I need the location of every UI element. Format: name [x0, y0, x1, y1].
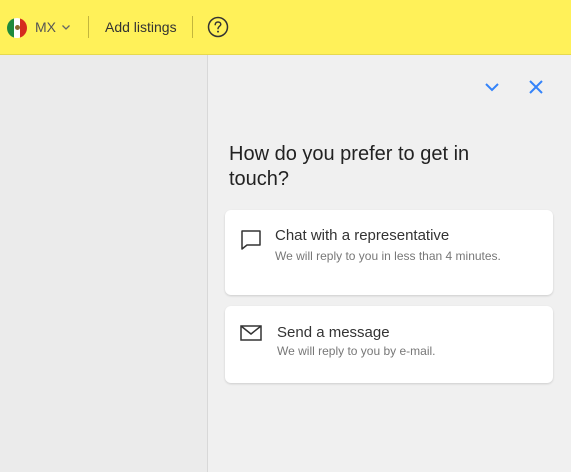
mexico-flag-icon[interactable] — [7, 18, 27, 38]
message-option-card[interactable]: Send a message We will reply to you by e… — [225, 306, 553, 383]
panel-title: How do you prefer to get in touch? — [229, 143, 470, 190]
header-divider — [192, 16, 193, 38]
header-divider — [88, 16, 89, 38]
chat-icon — [241, 230, 261, 250]
chat-option-title: Chat with a representative — [275, 227, 450, 244]
message-option-title: Send a message — [277, 324, 390, 341]
add-listings-link[interactable]: Add listings — [105, 19, 177, 35]
close-icon[interactable] — [526, 77, 546, 97]
chat-option-card[interactable]: Chat with a representative We will reply… — [225, 210, 553, 295]
country-code: MX — [35, 19, 56, 35]
chat-option-description: We will reply to you in less than 4 minu… — [275, 249, 501, 263]
chevron-down-icon — [62, 25, 70, 30]
top-header: MX Add listings — [0, 0, 571, 55]
collapse-chevron-icon[interactable] — [482, 77, 502, 97]
envelope-icon — [240, 325, 262, 341]
contact-panel: How do you prefer to get in touch? Chat … — [207, 55, 571, 472]
message-option-description: We will reply to you by e-mail. — [277, 344, 436, 358]
help-icon[interactable] — [207, 16, 229, 38]
country-selector[interactable]: MX — [35, 19, 71, 35]
